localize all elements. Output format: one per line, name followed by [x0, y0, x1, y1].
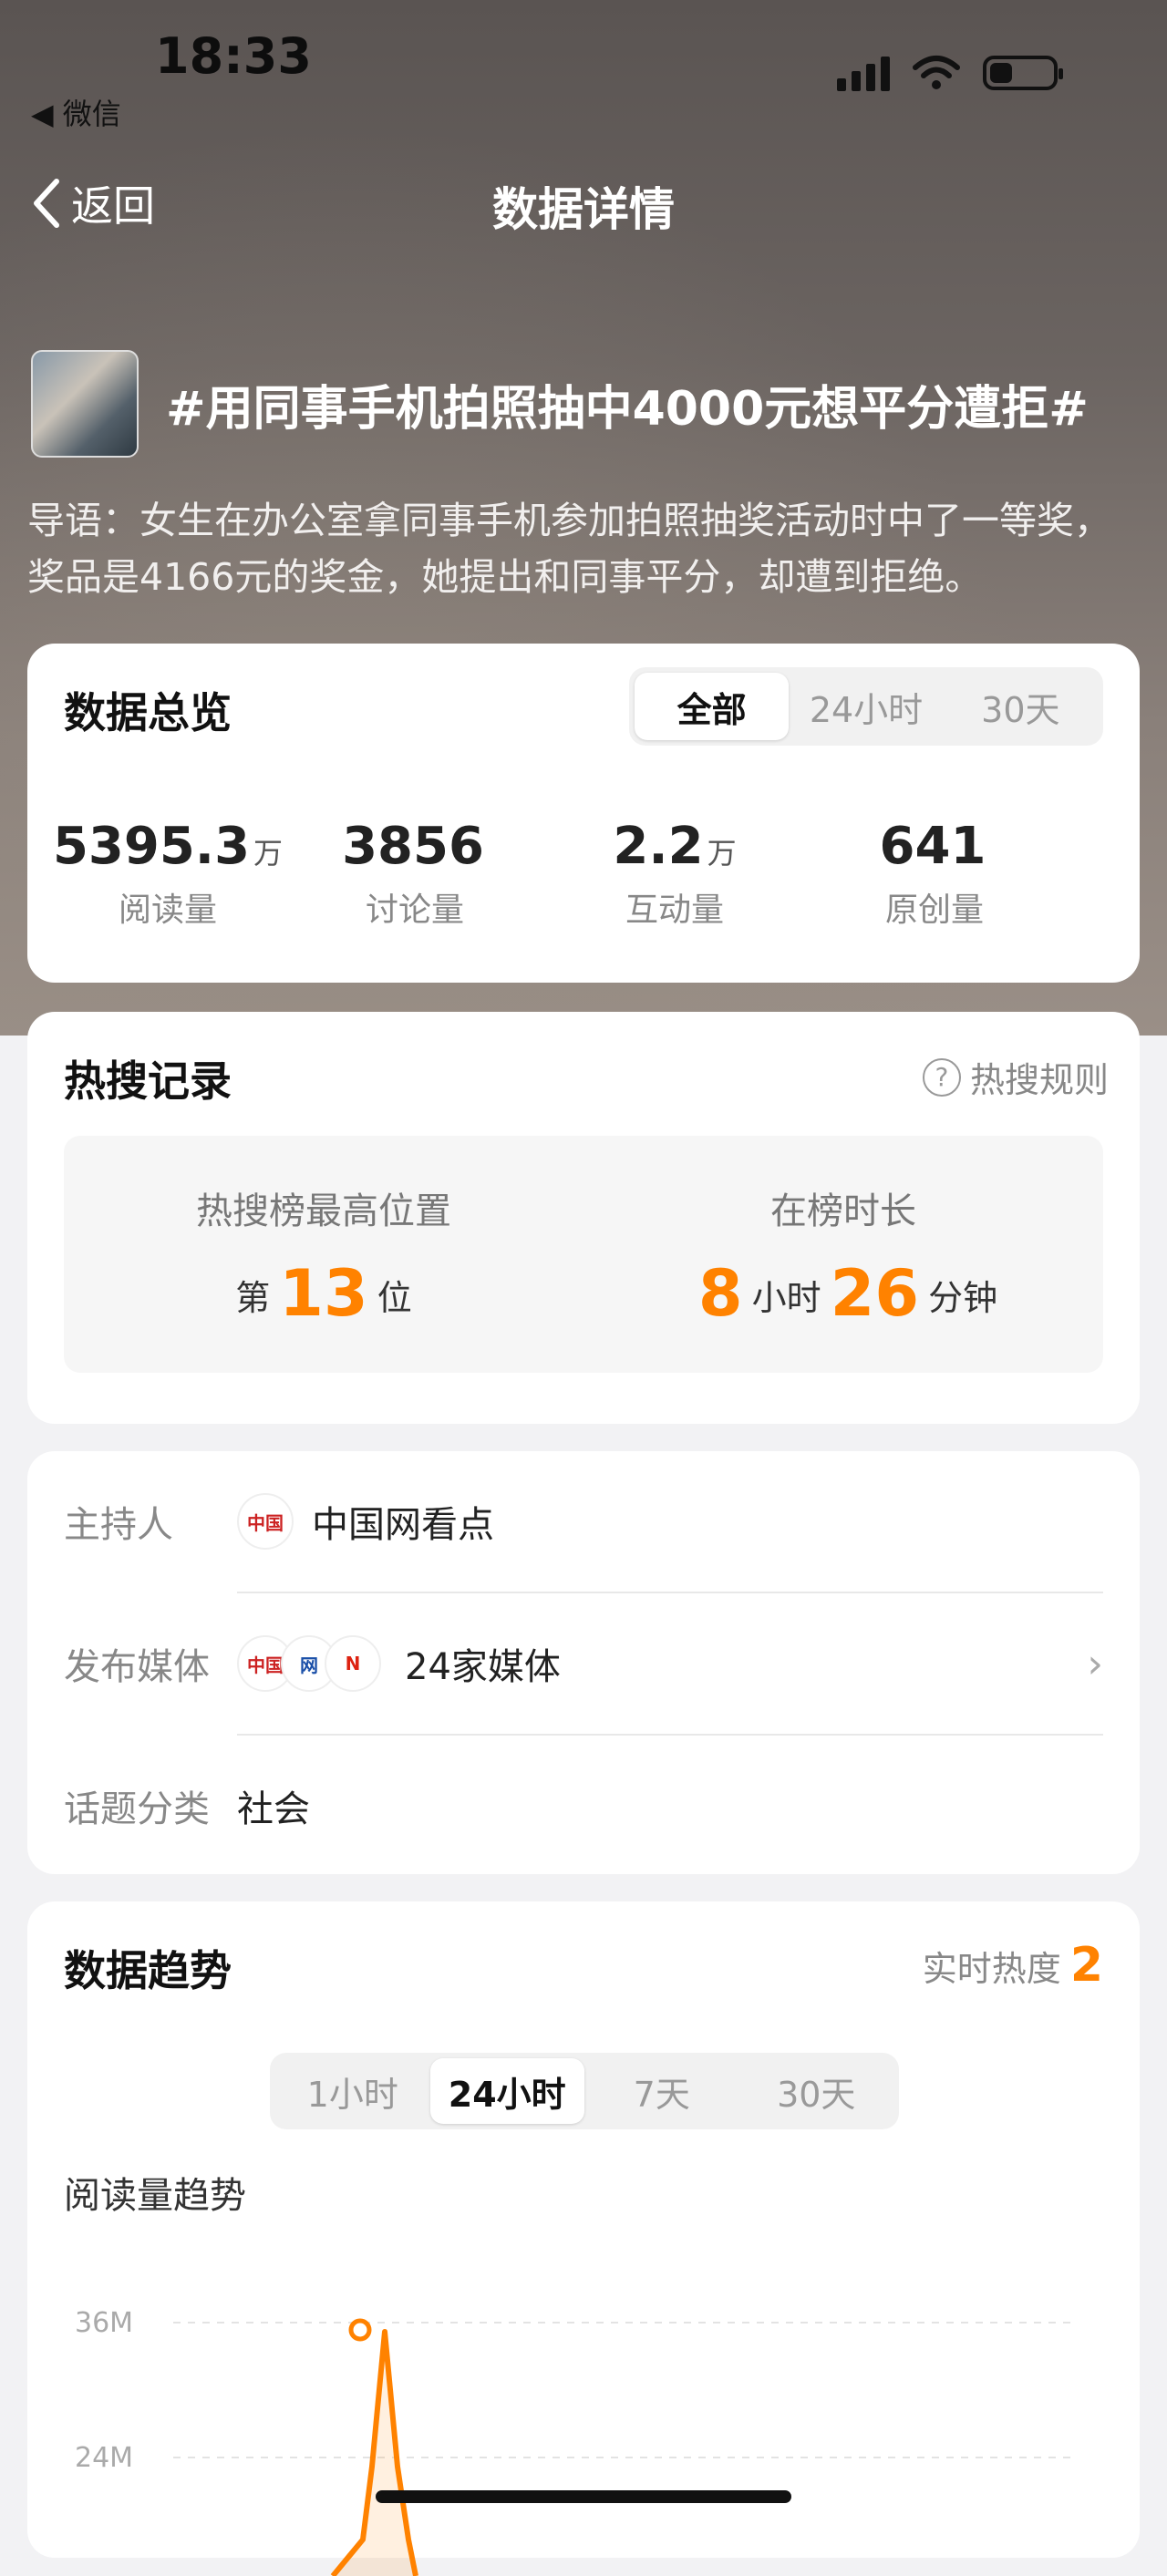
cellular-signal-icon: [837, 55, 890, 91]
hours-unit: 小时: [751, 1278, 821, 1318]
media-label: 发布媒体: [64, 1646, 210, 1688]
hot-search-stats: 热搜榜最高位置 第 13 位 在榜时长 8 小时 26 分钟: [64, 1136, 1103, 1373]
home-indicator: [376, 2490, 791, 2503]
read-trend-chart: 36M 24M: [75, 2307, 1076, 2576]
tab-24h[interactable]: 24小时: [789, 673, 943, 740]
category-value: 社会: [237, 1788, 310, 1830]
media-row[interactable]: 发布媒体 中国 网 N 24家媒体 ›: [64, 1593, 1103, 1734]
topic-thumbnail: [31, 350, 139, 458]
highest-rank-title: 热搜榜最高位置: [196, 1190, 451, 1232]
stat-reads: 5395.3 万 阅读量: [40, 817, 295, 931]
realtime-value: 2: [1069, 1938, 1103, 1993]
data-point: [348, 2318, 372, 2342]
minutes-unit: 分钟: [928, 1278, 998, 1318]
media-logo: N: [325, 1635, 381, 1692]
rank-prefix: 第: [235, 1278, 271, 1318]
wifi-icon: [913, 56, 960, 89]
tab-7d[interactable]: 7天: [584, 2058, 739, 2124]
category-row: 话题分类 社会: [64, 1736, 1103, 1876]
battery-icon: [983, 56, 1063, 90]
stat-unit: 万: [253, 836, 284, 871]
y-tick-label: 24M: [75, 2442, 133, 2474]
status-icons: [837, 55, 1063, 91]
rank-suffix: 位: [377, 1278, 412, 1318]
info-card: 主持人 中国 中国网看点 发布媒体 中国 网 N 24家媒体 › 话题分类 社会: [27, 1451, 1140, 1874]
minutes-value: 26: [830, 1256, 920, 1331]
trend-title: 数据趋势: [64, 1946, 232, 1995]
stat-originals: 641 原创量: [807, 817, 1062, 931]
rules-label: 热搜规则: [969, 1060, 1109, 1100]
tab-24h[interactable]: 24小时: [429, 2058, 584, 2124]
stat-label: 互动量: [625, 891, 724, 929]
hot-search-title: 热搜记录: [64, 1056, 232, 1106]
highest-rank: 热搜榜最高位置 第 13 位: [64, 1181, 584, 1331]
stat-value: 2.2: [613, 817, 704, 876]
topic-title: #用同事手机拍照抽中4000元想平分遭拒#: [166, 381, 1089, 437]
chart-title: 阅读量趋势: [64, 2175, 246, 2217]
wechat-back-link[interactable]: ◀ 微信: [31, 91, 121, 133]
realtime-heat: 实时热度 2: [923, 1938, 1103, 1993]
hours-value: 8: [697, 1256, 743, 1331]
host-row: 主持人 中国 中国网看点: [64, 1451, 1103, 1592]
media-value: 24家媒体: [405, 1646, 561, 1688]
series-line: [330, 2329, 418, 2576]
stat-discussions: 3856 讨论量: [287, 817, 542, 931]
status-time: 18:33: [155, 27, 312, 85]
time-on-list-title: 在榜时长: [770, 1190, 916, 1232]
host-value: 中国网看点: [312, 1504, 494, 1546]
trend-card: 数据趋势 实时热度 2 1小时 24小时 7天 30天 阅读量趋势 36M 24M: [27, 1901, 1140, 2576]
host-logo: 中国: [237, 1493, 294, 1550]
trend-tabs: 1小时 24小时 7天 30天: [270, 2053, 899, 2129]
tab-30d[interactable]: 30天: [739, 2058, 894, 2124]
stat-label: 阅读量: [118, 891, 217, 929]
tab-all[interactable]: 全部: [635, 673, 790, 740]
time-on-list: 在榜时长 8 小时 26 分钟: [584, 1181, 1103, 1331]
stat-value: 5395.3: [52, 817, 251, 876]
topic-intro: 导语：女生在办公室拿同事手机参加拍照抽奖活动时中了一等奖，奖品是4166元的奖金…: [27, 499, 1111, 599]
topic-header: #用同事手机拍照抽中4000元想平分遭拒#: [31, 350, 1089, 458]
chevron-right-icon: ›: [1087, 1640, 1103, 1687]
y-tick-label: 36M: [75, 2307, 133, 2339]
realtime-label: 实时热度: [922, 1949, 1061, 1989]
stat-label: 原创量: [884, 891, 984, 929]
rank-value: 13: [279, 1256, 368, 1331]
overview-tabs: 全部 24小时 30天: [629, 667, 1103, 746]
stat-interactions: 2.2 万 互动量: [547, 817, 802, 931]
tab-1h[interactable]: 1小时: [275, 2058, 430, 2124]
stat-unit: 万: [707, 836, 737, 871]
overview-card: 数据总览 全部 24小时 30天 5395.3 万 阅读量 3856 讨论量 2.…: [27, 644, 1140, 983]
media-logos: 中国 网 N: [237, 1635, 381, 1692]
stat-value: 3856: [342, 817, 484, 876]
question-icon: ?: [922, 1057, 961, 1097]
overview-title: 数据总览: [64, 688, 232, 737]
tab-30d[interactable]: 30天: [944, 673, 1098, 740]
page-title: 数据详情: [492, 183, 675, 236]
stat-label: 讨论量: [365, 891, 464, 929]
hot-search-rules-link[interactable]: ? 热搜规则: [922, 1052, 1109, 1102]
stat-value: 641: [879, 817, 986, 876]
hot-search-card: 热搜记录 ? 热搜规则 热搜榜最高位置 第 13 位 在榜时长 8 小时 26 分钟: [27, 1012, 1140, 1424]
category-label: 话题分类: [64, 1788, 210, 1830]
host-label: 主持人: [64, 1504, 173, 1546]
